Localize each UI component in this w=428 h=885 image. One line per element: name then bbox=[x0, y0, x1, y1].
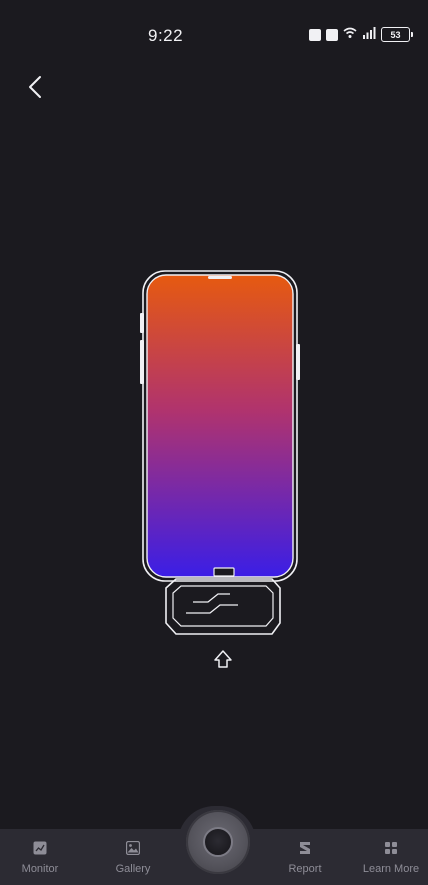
phone-illustration-svg bbox=[140, 270, 300, 668]
nfc-icon bbox=[309, 28, 321, 41]
nav-item-gallery[interactable]: Gallery bbox=[98, 829, 168, 885]
phone-side-button-3 bbox=[296, 344, 300, 380]
gallery-icon bbox=[125, 840, 141, 856]
monitor-icon bbox=[32, 840, 48, 856]
thermal-camera-connector bbox=[213, 567, 235, 577]
phone-side-button-1 bbox=[140, 313, 144, 333]
thermal-camera-attachment-inner bbox=[172, 585, 274, 627]
chevron-left-icon bbox=[29, 76, 41, 98]
back-button[interactable] bbox=[20, 72, 50, 102]
alarm-icon bbox=[326, 28, 338, 41]
arrow-up-icon bbox=[214, 650, 232, 668]
battery-level: 53 bbox=[390, 29, 401, 40]
status-time: 9:22 bbox=[148, 26, 184, 45]
nav-label-gallery: Gallery bbox=[115, 863, 151, 875]
phone-speaker bbox=[208, 276, 232, 279]
status-icons: 53 bbox=[309, 27, 413, 42]
status-bar: 9:22 53 bbox=[0, 0, 428, 70]
learn-more-icon bbox=[383, 840, 399, 856]
capture-button[interactable] bbox=[186, 810, 250, 874]
nav-item-learn-more[interactable]: Learn More bbox=[356, 829, 426, 885]
nav-label-learn-more: Learn More bbox=[362, 863, 420, 875]
nav-label-monitor: Monitor bbox=[21, 863, 59, 875]
nav-item-monitor[interactable]: Monitor bbox=[5, 829, 75, 885]
phone-side-button-2 bbox=[140, 340, 144, 384]
phone-with-thermal-camera-illustration bbox=[138, 268, 308, 678]
camera-shutter-icon bbox=[203, 827, 233, 857]
nav-item-report[interactable]: Report bbox=[270, 829, 340, 885]
thermal-camera-lens-detail bbox=[186, 593, 238, 614]
phone-screen bbox=[146, 274, 294, 578]
nav-label-report: Report bbox=[288, 863, 322, 875]
wifi-icon bbox=[343, 27, 357, 42]
battery-icon: 53 bbox=[381, 27, 413, 42]
signal-icon bbox=[362, 27, 376, 42]
report-icon bbox=[297, 840, 313, 856]
